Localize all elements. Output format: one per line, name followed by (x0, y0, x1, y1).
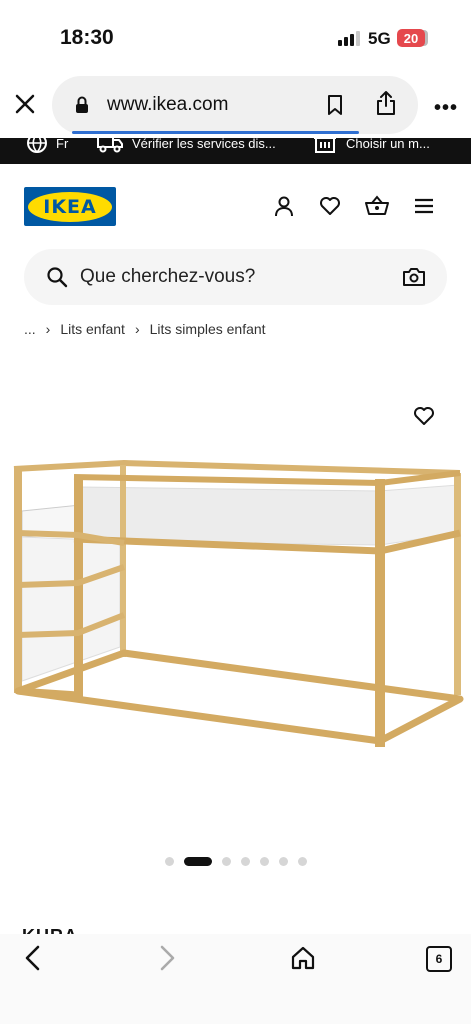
close-icon[interactable] (13, 92, 37, 116)
breadcrumb-item[interactable]: Lits enfant (60, 321, 125, 337)
search-icon (47, 267, 68, 288)
share-icon[interactable] (375, 90, 397, 121)
gallery-pagination[interactable] (165, 857, 307, 866)
promo-language[interactable]: Fr (26, 138, 68, 154)
bed-illustration (13, 459, 464, 747)
product-name: KURA (22, 924, 78, 934)
clock: 18:30 (60, 26, 114, 49)
bookmark-icon[interactable] (326, 94, 344, 121)
store-icon (314, 138, 336, 153)
menu-icon[interactable] (413, 194, 435, 223)
home-icon[interactable] (290, 945, 316, 976)
gallery-dot[interactable] (222, 857, 231, 866)
gallery-dot[interactable] (241, 857, 250, 866)
forward-icon[interactable] (156, 944, 178, 977)
search-placeholder: Que cherchez-vous? (80, 266, 256, 287)
camera-icon[interactable] (402, 265, 426, 289)
basket-icon[interactable] (364, 194, 390, 223)
status-bar: 18:30 5G 20 (0, 0, 471, 72)
cellular-signal-icon (338, 31, 360, 46)
battery-icon: 20 (397, 29, 425, 47)
heart-icon[interactable] (318, 194, 342, 223)
promo-language-label: Fr (56, 138, 69, 151)
breadcrumb-item[interactable]: Lits simples enfant (150, 321, 266, 337)
tabs-count: 6 (435, 952, 443, 966)
gallery-dot[interactable] (298, 857, 307, 866)
promo-services[interactable]: Vérifier les services dis... (96, 138, 276, 154)
gallery-dot[interactable] (260, 857, 269, 866)
network-type: 5G (368, 29, 391, 48)
gallery-dot[interactable] (165, 857, 174, 866)
account-icon[interactable] (272, 194, 296, 223)
favorite-heart-icon[interactable] (412, 404, 436, 433)
promo-services-label: Vérifier les services dis... (132, 138, 276, 151)
url-text[interactable]: www.ikea.com (107, 94, 228, 116)
promo-store-label: Choisir un m... (346, 138, 430, 151)
gallery-dot[interactable] (279, 857, 288, 866)
lock-icon (75, 96, 89, 119)
chevron-right-icon: › (45, 321, 51, 337)
truck-icon (97, 138, 123, 153)
browser-bottom-bar (0, 934, 471, 1024)
more-options-icon[interactable]: ••• (434, 97, 458, 120)
logo-text: IKEA (43, 195, 97, 218)
breadcrumb: ... › Lits enfant › Lits simples enfant (24, 321, 266, 337)
chevron-right-icon: › (134, 321, 140, 337)
battery-level: 20 (403, 30, 419, 46)
promo-strip: Fr Vérifier les services dis... Choisir … (0, 138, 471, 164)
search-input[interactable]: Que cherchez-vous? (24, 249, 447, 305)
promo-store[interactable]: Choisir un m... (312, 138, 430, 154)
globe-icon (27, 138, 47, 153)
gallery-dot-active[interactable] (184, 857, 212, 866)
product-image[interactable] (8, 455, 464, 760)
breadcrumb-ellipsis[interactable]: ... (24, 321, 36, 337)
back-icon[interactable] (22, 944, 44, 977)
page-load-progress (72, 131, 359, 134)
ikea-logo[interactable]: IKEA (24, 187, 116, 226)
tabs-counter[interactable]: 6 (426, 946, 452, 972)
